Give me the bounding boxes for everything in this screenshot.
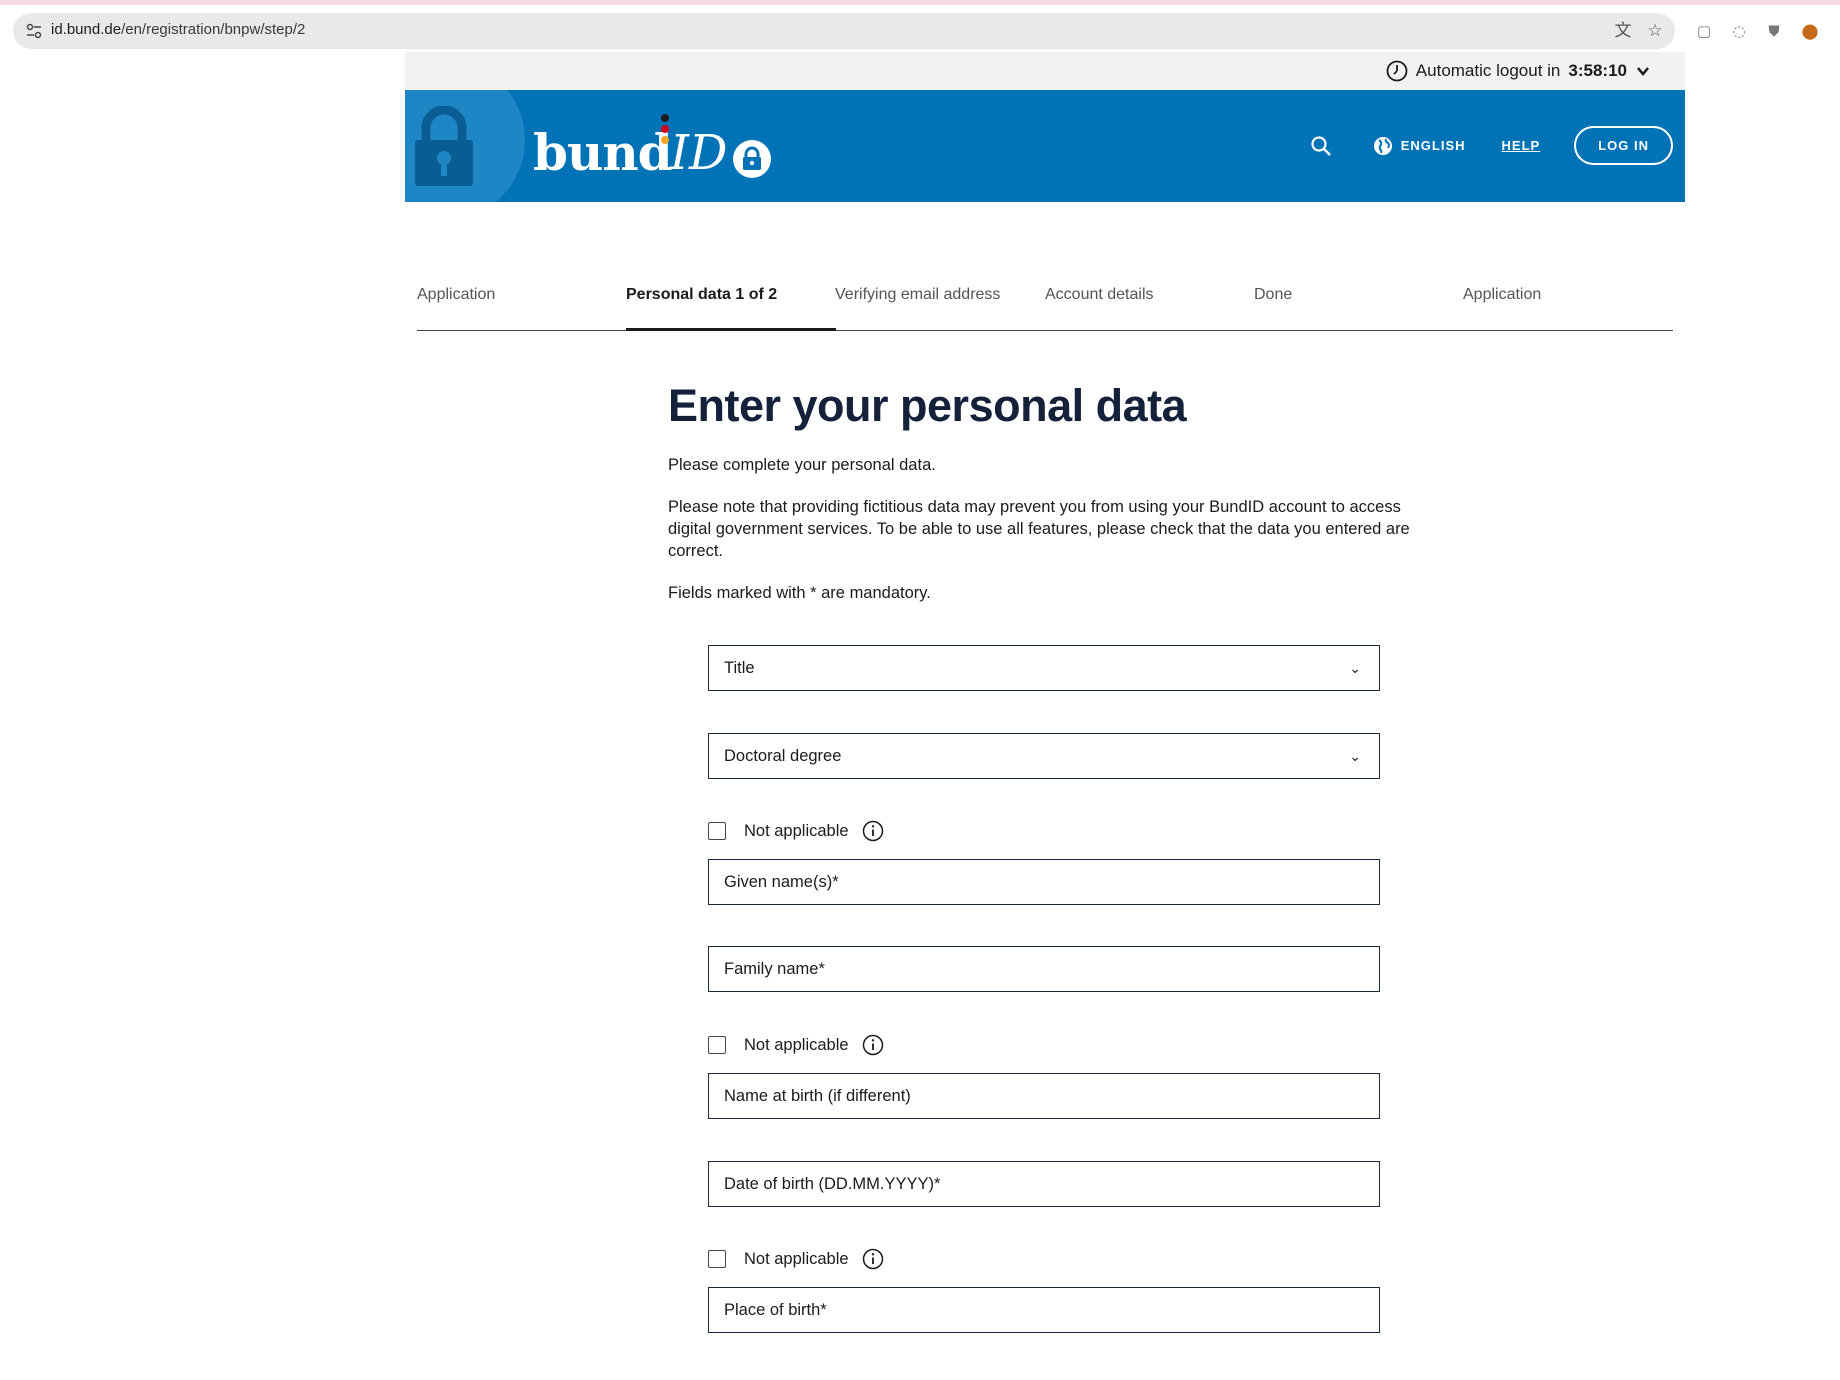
url-text[interactable]: id.bund.de/en/registration/bnpw/step/2 <box>51 21 305 38</box>
step-account-details: Account details <box>1045 286 1154 303</box>
logo-word: bund <box>533 123 673 182</box>
extension-icon[interactable]: ◌ <box>1729 21 1749 41</box>
logout-bar: Automatic logout in 3:58:10 <box>405 52 1685 90</box>
site-settings-icon[interactable] <box>25 22 43 40</box>
globe-icon <box>1373 136 1392 155</box>
logo-dot-black <box>661 114 669 122</box>
title-select[interactable]: Title ⌄ <box>708 645 1380 691</box>
header-nav: ENGLISH HELP LOG IN <box>1309 126 1673 165</box>
logo-id: ID <box>670 125 728 181</box>
given-name-placeholder: Given name(s)* <box>724 873 839 891</box>
family-name-placeholder: Family name* <box>724 960 825 978</box>
doctoral-degree-select[interactable]: Doctoral degree ⌄ <box>708 733 1380 779</box>
info-icon[interactable] <box>862 1034 884 1056</box>
logo-lock-icon <box>733 140 771 178</box>
logo-dot-gold <box>661 136 669 144</box>
logout-timer[interactable]: Automatic logout in 3:58:10 <box>1386 60 1651 82</box>
registration-stepper: Application Personal data 1 of 2 Verifyi… <box>417 272 1673 331</box>
note-text: Please note that providing fictitious da… <box>668 498 1410 560</box>
url-path: /en/registration/bnpw/step/2 <box>121 21 306 38</box>
chevron-down-icon[interactable] <box>1635 63 1651 79</box>
step-application-final: Application <box>1463 286 1542 303</box>
not-applicable-checkbox[interactable] <box>708 1036 726 1054</box>
bookmark-star-icon[interactable]: ☆ <box>1645 21 1665 41</box>
not-applicable-label: Not applicable <box>744 821 849 840</box>
help-link[interactable]: HELP <box>1502 138 1541 153</box>
language-label: ENGLISH <box>1400 138 1466 153</box>
not-applicable-label: Not applicable <box>744 1249 849 1268</box>
logout-label: Automatic logout in <box>1415 61 1561 80</box>
birth-name-placeholder: Name at birth (if different) <box>724 1087 911 1105</box>
browser-toolbar: id.bund.de/en/registration/bnpw/step/2 文… <box>0 5 1840 52</box>
shield-extension-icon[interactable]: ⛊ <box>1764 21 1784 41</box>
cookie-extension-icon[interactable]: ⬤ <box>1800 21 1820 41</box>
address-bar[interactable]: id.bund.de/en/registration/bnpw/step/2 文… <box>13 13 1675 49</box>
language-selector[interactable]: ENGLISH <box>1373 136 1466 156</box>
date-of-birth-placeholder: Date of birth (DD.MM.YYYY)* <box>724 1175 941 1193</box>
place-of-birth-placeholder: Place of birth* <box>724 1301 827 1319</box>
clock-icon <box>1386 60 1408 82</box>
padlock-watermark-icon <box>415 106 473 186</box>
logo-dot-red <box>661 125 669 133</box>
date-of-birth-field[interactable]: Date of birth (DD.MM.YYYY)* <box>708 1161 1380 1207</box>
translate-icon[interactable]: 文 <box>1613 21 1633 41</box>
step-personal-data: Personal data 1 of 2 <box>626 286 778 303</box>
active-step-indicator <box>626 328 836 331</box>
doctoral-degree-value: Doctoral degree <box>724 747 842 765</box>
birth-name-field[interactable]: Name at birth (if different) <box>708 1073 1380 1119</box>
info-icon[interactable] <box>862 1248 884 1270</box>
chevron-down-icon: ⌄ <box>1349 748 1361 764</box>
not-applicable-checkbox[interactable] <box>708 822 726 840</box>
login-button[interactable]: LOG IN <box>1574 126 1673 165</box>
site-header: bund ID ENGLISH HELP LOG IN <box>405 90 1685 202</box>
title-select-value: Title <box>724 659 755 677</box>
given-name-field[interactable]: Given name(s)* <box>708 859 1380 905</box>
place-of-birth-not-applicable: Not applicable <box>708 1248 884 1270</box>
page-title: Enter your personal data <box>668 380 1187 431</box>
step-application: Application <box>417 286 496 303</box>
extension-icon[interactable]: ▢ <box>1694 21 1714 41</box>
mandatory-note: Fields marked with * are mandatory. <box>668 584 931 602</box>
family-name-field[interactable]: Family name* <box>708 946 1380 992</box>
given-name-not-applicable: Not applicable <box>708 820 884 842</box>
logout-time: 3:58:10 <box>1568 61 1627 80</box>
chevron-down-icon: ⌄ <box>1349 660 1361 676</box>
intro-text: Please complete your personal data. <box>668 456 936 474</box>
url-host: id.bund.de <box>51 21 122 38</box>
search-icon[interactable] <box>1309 134 1333 158</box>
place-of-birth-field[interactable]: Place of birth* <box>708 1287 1380 1333</box>
step-done: Done <box>1254 286 1293 303</box>
not-applicable-label: Not applicable <box>744 1035 849 1054</box>
not-applicable-checkbox[interactable] <box>708 1250 726 1268</box>
birth-name-not-applicable: Not applicable <box>708 1034 884 1056</box>
info-icon[interactable] <box>862 820 884 842</box>
step-verify-email: Verifying email address <box>835 286 1001 303</box>
